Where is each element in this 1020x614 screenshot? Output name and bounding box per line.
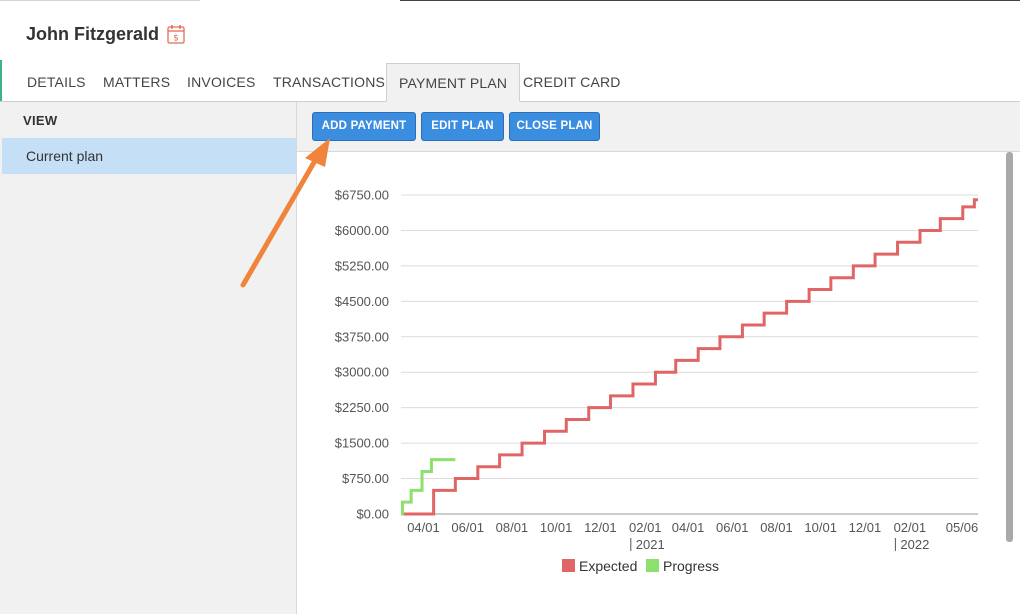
tab-payment-plan[interactable]: PAYMENT PLAN xyxy=(386,63,521,102)
add-payment-button[interactable]: ADD PAYMENT xyxy=(312,112,416,141)
tab-bar: DETAILS MATTERS INVOICES TRANSACTIONS PA… xyxy=(0,63,1020,102)
tab-details[interactable]: DETAILS xyxy=(27,63,86,102)
year-marker-label: 2022 xyxy=(900,537,929,552)
sidebar-item-current-plan[interactable]: Current plan xyxy=(2,138,296,174)
legend-label-progress: Progress xyxy=(663,558,719,574)
x-tick-label: 08/01 xyxy=(760,520,793,535)
x-tick-label: 06/01 xyxy=(451,520,484,535)
calendar-dollar-icon[interactable]: $ xyxy=(167,24,185,44)
legend-swatch-progress xyxy=(646,559,659,572)
x-tick-label: 05/06 xyxy=(946,520,979,535)
tab-credit-card[interactable]: CREDIT CARD xyxy=(523,63,621,102)
tab-invoices[interactable]: INVOICES xyxy=(187,63,256,102)
x-tick-label: 02/01 xyxy=(629,520,662,535)
payment-plan-chart: $0.00 $750.00 $1500.00 $2250.00 $3000.00 $375… xyxy=(335,188,979,575)
vertical-scrollbar[interactable] xyxy=(1006,152,1013,542)
x-tick-label: 06/01 xyxy=(716,520,749,535)
x-tick-label: 10/01 xyxy=(540,520,573,535)
y-tick-label: $3750.00 xyxy=(335,329,389,344)
sidebar-heading: VIEW xyxy=(23,113,58,128)
sidebar: VIEW Current plan xyxy=(0,102,297,614)
y-tick-label: $6750.00 xyxy=(335,188,389,203)
x-tick-label: 04/01 xyxy=(672,520,705,535)
top-rule xyxy=(0,0,200,1)
legend-swatch-expected xyxy=(562,559,575,572)
x-tick-label: 04/01 xyxy=(407,520,440,535)
svg-text:$: $ xyxy=(173,34,179,44)
x-tick-label: 08/01 xyxy=(496,520,529,535)
y-tick-label: $5250.00 xyxy=(335,258,389,273)
y-tick-label: $6000.00 xyxy=(335,223,389,238)
series-line-expected xyxy=(401,198,978,516)
x-tick-label: 12/01 xyxy=(584,520,617,535)
x-tick-label: 02/01 xyxy=(894,520,927,535)
year-marker-label: 2021 xyxy=(636,537,665,552)
tab-matters[interactable]: MATTERS xyxy=(103,63,170,102)
legend-label-expected: Expected xyxy=(579,558,637,574)
x-tick-label: 12/01 xyxy=(849,520,882,535)
y-tick-label: $750.00 xyxy=(342,471,389,486)
top-rule xyxy=(400,0,1020,1)
tab-transactions[interactable]: TRANSACTIONS xyxy=(273,63,385,102)
y-tick-label: $0.00 xyxy=(356,507,389,522)
series-line-progress xyxy=(400,458,456,516)
x-tick-label: 10/01 xyxy=(804,520,837,535)
edit-plan-button[interactable]: EDIT PLAN xyxy=(421,112,504,141)
y-tick-label: $4500.00 xyxy=(335,294,389,309)
y-tick-label: $1500.00 xyxy=(335,436,389,451)
y-tick-label: $3000.00 xyxy=(335,365,389,380)
client-name: John Fitzgerald xyxy=(26,23,160,44)
y-tick-label: $2250.00 xyxy=(335,400,389,415)
toolbar: ADD PAYMENT EDIT PLAN CLOSE PLAN xyxy=(297,102,1020,152)
close-plan-button[interactable]: CLOSE PLAN xyxy=(509,112,600,141)
client-header: John Fitzgerald $ xyxy=(26,20,185,48)
